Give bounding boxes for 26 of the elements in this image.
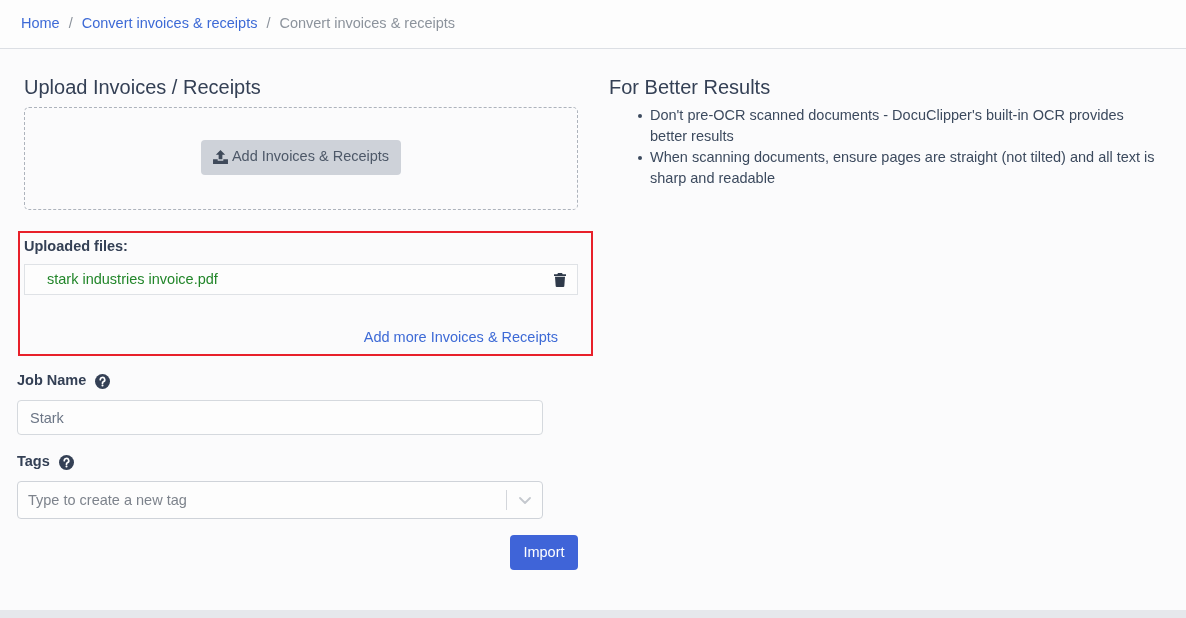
breadcrumb-link[interactable]: Home xyxy=(21,13,60,35)
field-label: Job Name xyxy=(17,371,87,391)
breadcrumb-current: Convert invoices & receipts xyxy=(279,14,456,34)
trash-icon xyxy=(554,272,566,287)
help-icon xyxy=(58,454,74,470)
breadcrumb-separator: / xyxy=(67,14,74,34)
file-name: stark industries invoice.pdf xyxy=(47,269,218,289)
tip-text: Don't pre-OCR scanned documents - DocuClipper's built-in OCR provides better results xyxy=(650,106,1125,146)
section-heading: For Better Results xyxy=(609,75,771,99)
breadcrumb-separator: / xyxy=(265,14,272,34)
uploaded-files-label: Uploaded files: xyxy=(24,237,128,256)
bullet-icon xyxy=(638,156,642,160)
upload-icon xyxy=(212,150,228,164)
bullet-icon xyxy=(638,114,642,118)
add-files-button[interactable]: Add Invoices & Receipts xyxy=(201,139,401,175)
tag-input[interactable]: Type to create a new tag xyxy=(17,481,543,519)
section-heading: Upload Invoices / Receipts xyxy=(24,75,261,99)
add-more-link[interactable]: Add more Invoices & Receipts xyxy=(363,327,558,349)
job-name-input[interactable]: Stark xyxy=(17,400,543,435)
breadcrumb-link[interactable]: Convert invoices & receipts xyxy=(81,13,258,35)
import-button[interactable]: Import xyxy=(510,535,578,570)
delete-file-button[interactable] xyxy=(554,272,566,287)
tip-text: When scanning documents, ensure pages are straight (not tilted) and all text is sharp and readable xyxy=(650,148,1156,188)
help-icon xyxy=(95,373,111,389)
field-label: Tags xyxy=(17,452,50,472)
upload-dropzone[interactable]: Add Invoices & Receipts xyxy=(24,107,578,210)
